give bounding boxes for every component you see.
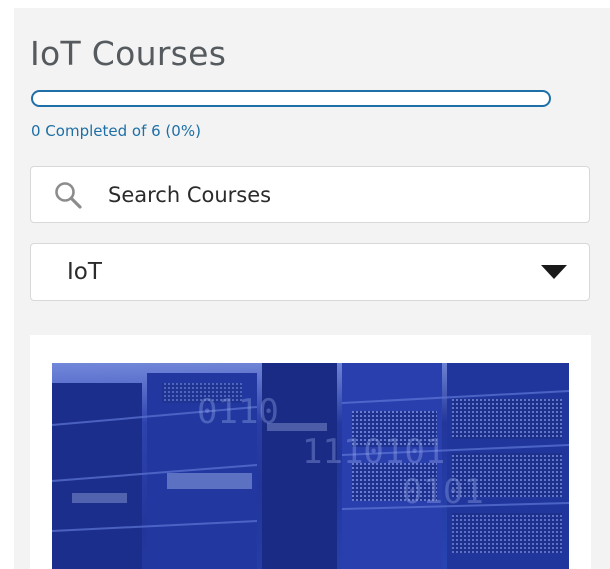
progress-bar [31,90,551,107]
course-thumbnail[interactable]: 0110 1110101 0101 [52,363,569,569]
search-input[interactable] [108,182,548,207]
chevron-down-icon[interactable] [541,265,567,279]
svg-text:1110101: 1110101 [302,432,445,472]
page-title: IoT Courses [30,34,227,73]
svg-text:0110: 0110 [197,392,279,432]
course-card[interactable]: 0110 1110101 0101 [30,335,591,569]
search-box[interactable] [30,166,590,223]
category-dropdown[interactable]: IoT [30,243,590,301]
progress-label: 0 Completed of 6 (0%) [31,122,201,140]
search-icon [53,180,83,210]
dropdown-selected-value: IoT [67,259,102,285]
server-rack-image: 0110 1110101 0101 [52,363,569,569]
svg-text:0101: 0101 [402,472,484,512]
